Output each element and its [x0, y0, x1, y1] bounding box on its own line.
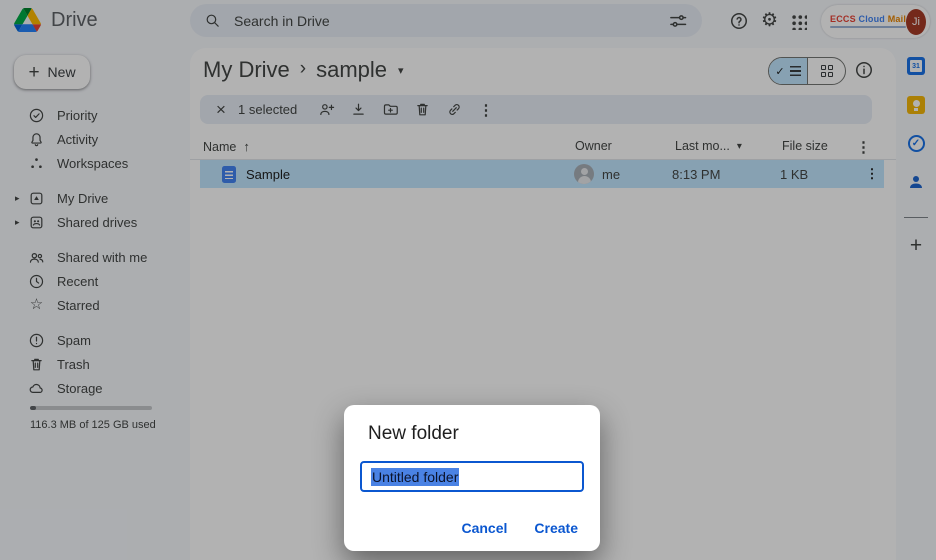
folder-name-selected-text: Untitled folder — [371, 468, 459, 486]
google-drive-app: Drive Search in Drive ⚙ — [0, 0, 936, 560]
new-folder-dialog: New folder Untitled folder Cancel Create — [344, 405, 600, 551]
folder-name-input[interactable]: Untitled folder — [360, 461, 584, 492]
dialog-actions: Cancel Create — [461, 520, 578, 536]
cancel-button[interactable]: Cancel — [461, 520, 507, 536]
dialog-title: New folder — [368, 423, 459, 445]
create-button[interactable]: Create — [534, 520, 578, 536]
